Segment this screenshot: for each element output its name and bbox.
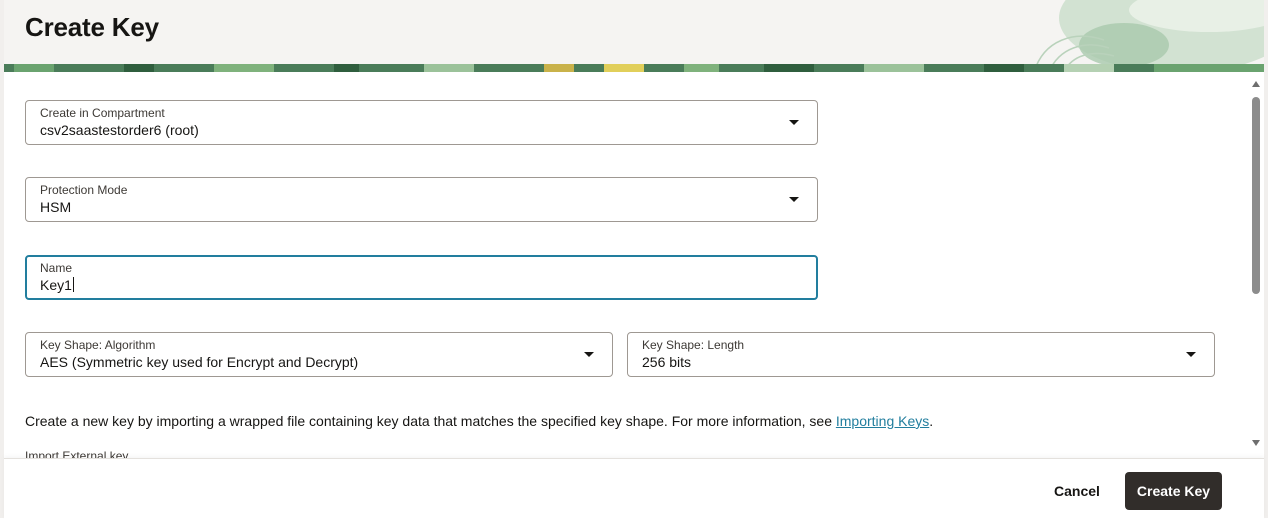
- chevron-down-icon: [789, 120, 799, 125]
- import-info-body: Create a new key by importing a wrapped …: [25, 413, 836, 429]
- create-key-button[interactable]: Create Key: [1125, 472, 1222, 510]
- name-value-wrap: Key1: [40, 277, 74, 293]
- name-label: Name: [40, 261, 73, 275]
- key-shape-algorithm-label: Key Shape: Algorithm: [40, 338, 156, 352]
- panel-footer: Cancel Create Key: [4, 458, 1264, 519]
- panel-header: Create Key: [4, 0, 1264, 72]
- header-decorative-band: [4, 64, 1264, 72]
- chevron-down-icon: [584, 352, 594, 357]
- protection-mode-label: Protection Mode: [40, 183, 128, 197]
- key-shape-length-select[interactable]: Key Shape: Length 256 bits: [627, 332, 1215, 377]
- compartment-label: Create in Compartment: [40, 106, 165, 120]
- protection-mode-select[interactable]: Protection Mode HSM: [25, 177, 818, 222]
- key-shape-algorithm-value: AES (Symmetric key used for Encrypt and …: [40, 354, 359, 370]
- panel-right-edge: [1264, 0, 1268, 518]
- scroll-up-icon[interactable]: [1252, 81, 1260, 87]
- chevron-down-icon: [1186, 352, 1196, 357]
- compartment-value: csv2saastestorder6 (root): [40, 122, 199, 138]
- cancel-button[interactable]: Cancel: [1040, 472, 1114, 510]
- protection-mode-value: HSM: [40, 199, 72, 215]
- key-shape-length-label: Key Shape: Length: [642, 338, 745, 352]
- import-info-text: Create a new key by importing a wrapped …: [25, 413, 933, 429]
- text-cursor: [72, 277, 74, 292]
- importing-keys-link[interactable]: Importing Keys: [836, 413, 929, 429]
- chevron-down-icon: [789, 197, 799, 202]
- import-info-suffix: .: [929, 413, 934, 429]
- compartment-select[interactable]: Create in Compartment csv2saastestorder6…: [25, 100, 818, 145]
- import-external-key-label: Import External key: [25, 449, 129, 458]
- scroll-down-icon[interactable]: [1252, 440, 1260, 446]
- name-input[interactable]: Name Key1: [25, 255, 818, 300]
- create-key-form: Create in Compartment csv2saastestorder6…: [0, 72, 1248, 458]
- scrollbar-thumb[interactable]: [1252, 97, 1260, 294]
- form-scrollbar[interactable]: [1248, 72, 1264, 458]
- key-shape-length-value: 256 bits: [642, 354, 692, 370]
- header-decorative-art: [1033, 0, 1264, 72]
- key-shape-algorithm-select[interactable]: Key Shape: Algorithm AES (Symmetric key …: [25, 332, 613, 377]
- page-title: Create Key: [25, 12, 159, 42]
- name-value: Key1: [40, 277, 72, 293]
